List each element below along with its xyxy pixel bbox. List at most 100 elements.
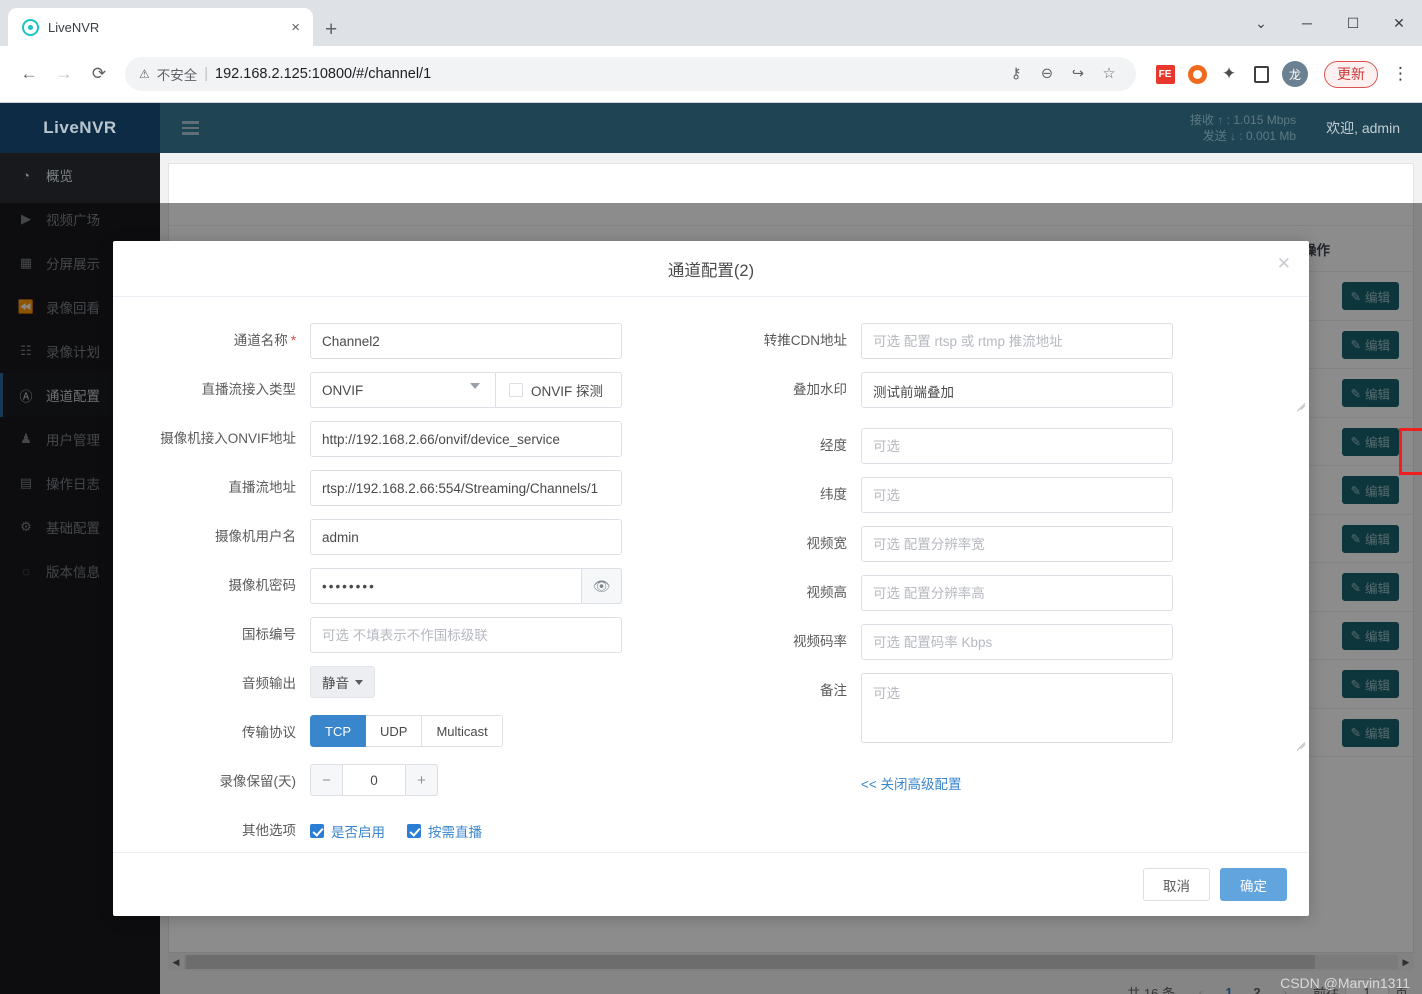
- gb-code-input[interactable]: [310, 617, 622, 653]
- on-demand-checkbox[interactable]: [407, 824, 421, 838]
- resize-grip-icon[interactable]: [1295, 396, 1305, 406]
- camera-password-input[interactable]: [310, 568, 582, 604]
- bitrate-input[interactable]: [861, 624, 1173, 660]
- network-stats: 接收 ↑ : 1.015 Mbps 发送 ↓ : 0.001 Mb: [1190, 112, 1296, 144]
- chevron-down-icon[interactable]: ⌄: [1238, 3, 1284, 43]
- bookmark-star-icon[interactable]: ☆: [1096, 61, 1122, 87]
- edit-button[interactable]: ✎ 编辑: [1341, 524, 1399, 553]
- edit-button[interactable]: ✎ 编辑: [1341, 379, 1399, 407]
- browser-menu-icon[interactable]: ⋮: [1392, 65, 1409, 82]
- field-retain-days: 录像保留(天) − +: [113, 764, 711, 800]
- required-mark: *: [290, 333, 296, 348]
- url-text: 192.168.2.125:10800/#/channel/1: [215, 66, 432, 82]
- app-logo: LiveNVR: [0, 103, 160, 153]
- label-latitude: 纬度: [820, 487, 847, 502]
- browser-tab[interactable]: LiveNVR ×: [8, 8, 313, 46]
- sidebar-item-overview[interactable]: ◔ 概览: [0, 153, 160, 197]
- label-camera-password: 摄像机密码: [228, 578, 297, 593]
- stepper-minus-button[interactable]: −: [310, 764, 342, 796]
- scroll-right-arrow-icon[interactable]: ▶: [1398, 957, 1414, 968]
- scrollbar-track[interactable]: [184, 955, 1398, 969]
- eye-slash-icon[interactable]: 👁: [582, 568, 622, 604]
- onvif-probe-checkbox[interactable]: [509, 383, 523, 397]
- stream-type-select[interactable]: ONVIF RTSP RTMP GB28181 HLS HTTP-FLV: [310, 372, 496, 408]
- scrollbar-thumb[interactable]: [186, 955, 1316, 969]
- cancel-button[interactable]: 取消: [1143, 868, 1210, 901]
- calendar-icon: ☷: [20, 343, 32, 358]
- toggle-advanced-config-link[interactable]: << 关闭高级配置: [861, 773, 962, 793]
- pagination-page-2[interactable]: 2: [1243, 985, 1271, 994]
- retain-days-input[interactable]: [342, 764, 406, 796]
- pencil-icon: ✎: [1350, 338, 1361, 352]
- tab-close-icon[interactable]: ×: [288, 17, 303, 38]
- edit-button[interactable]: ✎ 编辑: [1341, 573, 1399, 601]
- edit-button[interactable]: ✎ 编辑: [1341, 718, 1399, 747]
- pagination-prev[interactable]: ‹: [1187, 985, 1215, 994]
- fe-extension-icon[interactable]: FE: [1154, 63, 1176, 85]
- minimize-button[interactable]: ─: [1284, 3, 1330, 43]
- puzzle-extensions-icon[interactable]: ✦: [1218, 63, 1240, 85]
- pencil-icon: ✎: [1350, 483, 1361, 498]
- back-button[interactable]: ←: [13, 58, 45, 90]
- profile-avatar[interactable]: 龙: [1282, 61, 1308, 87]
- camera-username-input[interactable]: [310, 519, 622, 555]
- side-panel-icon[interactable]: [1250, 63, 1272, 85]
- option-on-demand[interactable]: 按需直播: [407, 821, 482, 841]
- transport-option-multicast[interactable]: Multicast: [422, 715, 503, 747]
- watermark-textarea[interactable]: 测试前端叠加: [861, 372, 1173, 408]
- horizontal-scrollbar[interactable]: ◀ ▶: [168, 953, 1414, 971]
- stream-address-input[interactable]: [310, 470, 622, 506]
- transport-option-udp[interactable]: UDP: [366, 715, 423, 747]
- onvif-probe-group[interactable]: ONVIF 探测: [496, 372, 622, 408]
- maximize-button[interactable]: ☐: [1330, 3, 1376, 43]
- longitude-input[interactable]: [861, 428, 1173, 464]
- field-transport-protocol: 传输协议 TCP UDP Multicast: [113, 715, 711, 751]
- latitude-input[interactable]: [861, 477, 1173, 513]
- orange-extension-icon[interactable]: [1186, 63, 1208, 85]
- edit-button[interactable]: ✎ 编辑: [1341, 282, 1399, 310]
- edit-button[interactable]: ✎ 编辑: [1341, 670, 1399, 698]
- option-enabled[interactable]: 是否启用: [310, 821, 385, 841]
- user-welcome[interactable]: 欢迎, admin: [1326, 118, 1400, 138]
- table-toolbar: [169, 164, 1413, 226]
- remark-textarea[interactable]: [861, 673, 1173, 743]
- update-button[interactable]: 更新: [1324, 60, 1378, 88]
- omnibox-separator: |: [204, 66, 209, 82]
- channel-name-input[interactable]: [310, 323, 622, 359]
- password-key-icon[interactable]: ⚷: [1003, 61, 1029, 87]
- sidebar-toggle-icon[interactable]: [182, 121, 199, 135]
- scroll-left-arrow-icon[interactable]: ◀: [168, 957, 184, 968]
- stepper-plus-button[interactable]: +: [406, 764, 438, 796]
- enabled-checkbox[interactable]: [310, 824, 324, 838]
- audio-output-dropdown[interactable]: 静音: [310, 666, 375, 698]
- window-close-button[interactable]: ✕: [1376, 3, 1422, 43]
- pencil-icon: ✎: [1350, 629, 1361, 643]
- dialog-close-icon[interactable]: ✕: [1277, 255, 1291, 272]
- transport-protocol-group: TCP UDP Multicast: [310, 715, 503, 747]
- new-tab-button[interactable]: +: [325, 19, 337, 40]
- edit-button[interactable]: ✎ 编辑: [1341, 621, 1399, 650]
- share-icon[interactable]: ↪: [1065, 61, 1091, 87]
- rewind-icon: ⏪: [17, 299, 35, 314]
- label-longitude: 经度: [820, 438, 847, 453]
- video-width-input[interactable]: [861, 526, 1173, 562]
- field-bitrate: 视频码率: [711, 624, 1309, 660]
- confirm-button[interactable]: 确定: [1220, 868, 1287, 901]
- sidebar-label: 用户管理: [46, 433, 100, 448]
- address-bar[interactable]: ⚠ 不安全 | 192.168.2.125:10800/#/channel/1 …: [125, 57, 1136, 91]
- sidebar-label: 录像计划: [46, 345, 100, 360]
- reload-button[interactable]: ⟳: [83, 58, 115, 90]
- onvif-address-input[interactable]: [310, 421, 622, 457]
- edit-button[interactable]: ✎ 编辑: [1341, 427, 1399, 456]
- cdn-address-input[interactable]: [861, 323, 1173, 359]
- pagination-page-1[interactable]: 1: [1215, 985, 1243, 994]
- edit-button[interactable]: ✎ 编辑: [1341, 476, 1399, 504]
- video-height-input[interactable]: [861, 575, 1173, 611]
- transport-option-tcp[interactable]: TCP: [310, 715, 366, 747]
- pencil-icon: ✎: [1350, 580, 1361, 595]
- edit-button[interactable]: ✎ 编辑: [1341, 330, 1399, 359]
- sidebar-item-video-plaza[interactable]: ▶ 视频广场: [0, 197, 160, 241]
- dialog-footer: 取消 确定: [113, 852, 1309, 916]
- zoom-out-icon[interactable]: ⊖: [1034, 61, 1060, 87]
- resize-grip-icon[interactable]: [1295, 735, 1305, 745]
